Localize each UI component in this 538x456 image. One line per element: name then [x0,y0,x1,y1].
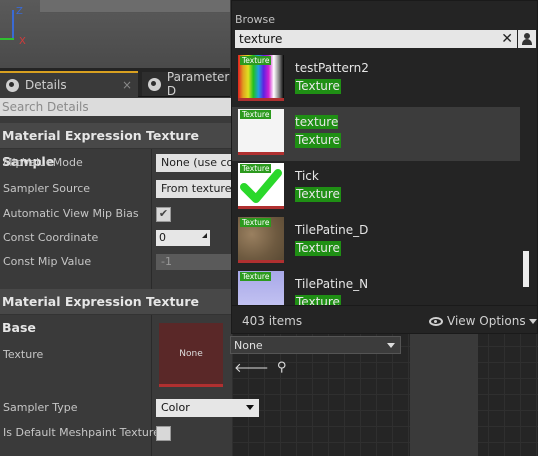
const-mip-value-label: Const Mip Value [3,255,92,268]
list-item[interactable]: Texture texture Texture [232,107,520,161]
asset-badge: Texture [240,272,272,281]
texture-asset-combo[interactable]: None [230,336,401,354]
details-icon [6,78,19,92]
texture-asset-value: None [234,339,263,352]
const-coordinate-field[interactable]: 0 [156,230,210,246]
asset-type: Texture [295,295,341,305]
tab-details-label: Details [25,78,67,92]
asset-search-input[interactable]: texture ✕ [235,30,517,48]
tab-parameter-defaults[interactable]: Parameter D [142,70,242,98]
texture-label: Texture [3,348,44,361]
chevron-down-icon [246,405,254,410]
asset-picker-popup: Browse texture ✕ Texture testPattern2 Te… [231,0,538,334]
asset-search-value: texture [239,32,283,46]
browse-footer: 403 items View Options [232,305,537,334]
asset-type: Texture [295,241,341,256]
texture-asset-buttons: 🡐 ⚲ [234,360,286,376]
browse-title: Browse [235,13,276,26]
const-coordinate-value: 0 [159,231,166,244]
sampler-type-combo[interactable]: Color [156,399,259,417]
use-selected-arrow-icon[interactable]: 🡐 [234,360,269,376]
asset-badge: Texture [240,218,272,227]
asset-type: Texture [295,79,341,94]
asset-name: TilePatine_D [295,223,369,237]
asset-badge: Texture [240,110,272,119]
user-icon-body [522,39,532,45]
asset-name: testPattern2 [295,61,369,75]
chevron-down-icon [387,343,395,348]
mip-value-mode-combo[interactable]: None (use com [156,154,234,172]
axis-z-line [12,10,14,40]
asset-name: TilePatine_N [295,277,369,291]
section-texture-sample[interactable]: Material Expression Texture Sample [0,123,232,169]
tab-details[interactable]: Details × [0,71,138,97]
axis-x-label: X [19,36,26,47]
graph-side-panel [410,332,478,456]
tab-close-icon[interactable]: × [122,78,132,92]
eye-icon [429,316,443,326]
const-mip-value-field: -1 [156,254,232,270]
details-tab-bar: Details × Parameter D [0,68,242,98]
list-scrollbar-thumb[interactable] [523,251,529,287]
chevron-down-icon [528,318,537,324]
sampler-type-value: Color [161,401,190,414]
viewport[interactable]: Z X [0,0,230,68]
parameter-icon [148,77,161,91]
spin-arrow-icon[interactable] [202,233,207,238]
browse-search-icon[interactable]: ⚲ [277,360,287,376]
sampler-source-label: Sampler Source [3,182,91,195]
const-coordinate-label: Const Coordinate [3,231,99,244]
viewport-mesh [40,0,230,13]
row-default-meshpaint: Is Default Meshpaint Texture [0,421,232,445]
default-meshpaint-checkbox[interactable] [156,426,171,441]
section-texture-base[interactable]: Material Expression Texture Base [0,289,232,335]
asset-badge: Texture [240,164,272,173]
asset-type: Texture [295,133,341,148]
asset-type: Texture [295,187,341,202]
axis-y-line [0,38,14,40]
list-item[interactable]: Texture Tick Texture [232,161,520,215]
auto-view-mip-bias-checkbox[interactable]: ✔ [156,207,171,222]
list-item[interactable]: Texture TilePatine_D Texture [232,215,520,269]
sampler-source-combo[interactable]: From texture a [156,180,232,198]
search-details-input[interactable]: Search Details [0,98,234,116]
texture-thumbnail[interactable]: None [159,323,223,387]
asset-list[interactable]: Texture testPattern2 Texture Texture tex… [232,53,532,305]
view-options-button[interactable]: View Options [429,314,537,328]
asset-name: texture [295,115,339,129]
item-count: 403 items [242,314,303,328]
asset-badge: Texture [240,56,272,65]
list-item[interactable]: Texture testPattern2 Texture [232,53,520,107]
sampler-type-label: Sampler Type [3,401,78,414]
list-item[interactable]: Texture TilePatine_N Texture [232,269,520,305]
clear-search-icon[interactable]: ✕ [501,30,513,48]
asset-name: Tick [295,169,319,183]
default-meshpaint-label: Is Default Meshpaint Texture [3,426,160,439]
axis-z-label: Z [16,6,23,17]
row-auto-view-mip-bias: Automatic View Mip Bias [0,202,232,226]
auto-view-mip-bias-label: Automatic View Mip Bias [3,207,139,220]
mip-value-mode-label: MipValueMode [3,156,83,169]
user-filter-button[interactable] [518,30,536,48]
view-options-label: View Options [447,314,526,328]
